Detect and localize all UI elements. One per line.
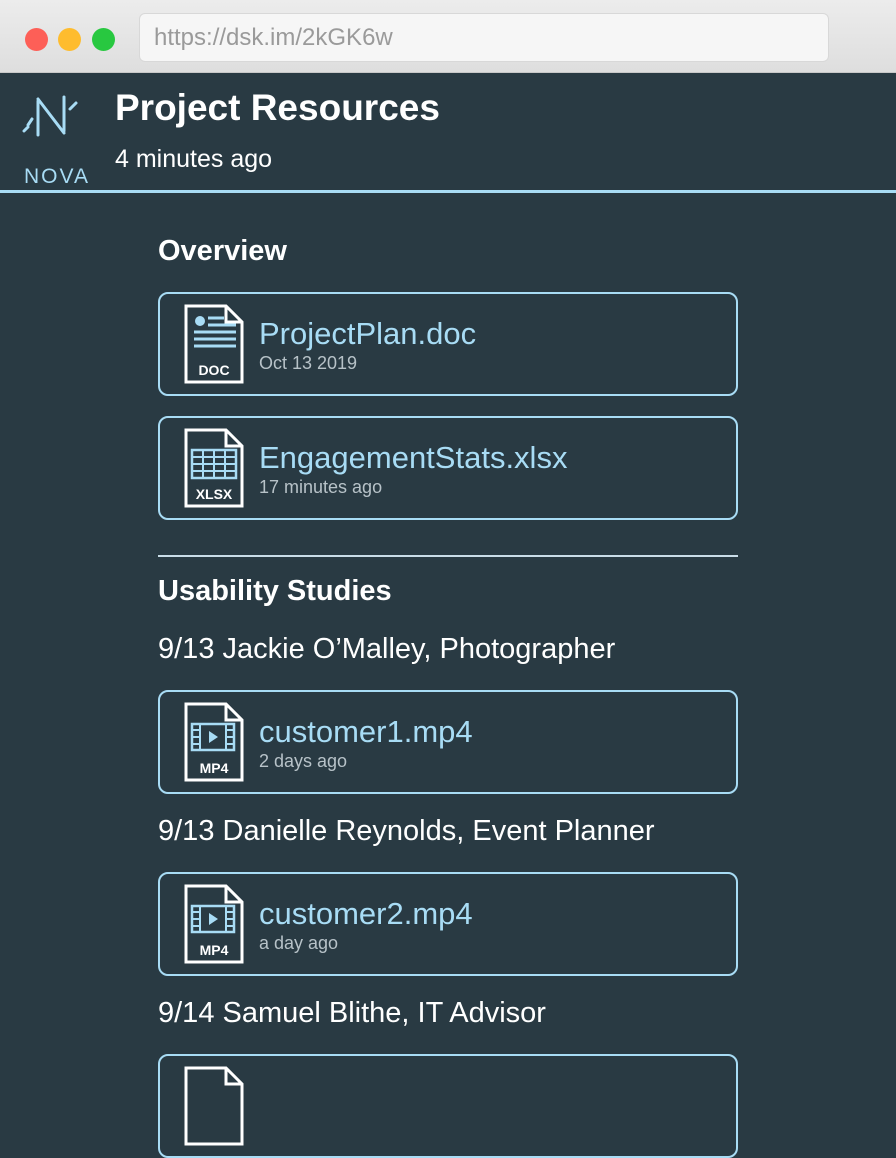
app-header: NOVA Project Resources 4 minutes ago — [0, 73, 896, 193]
maximize-window-button[interactable] — [92, 28, 115, 51]
file-card[interactable]: MP4 customer2.mp4 a day ago — [158, 872, 738, 976]
file-name[interactable]: EngagementStats.xlsx — [259, 440, 567, 476]
file-icon — [184, 1066, 244, 1146]
study-label: 9/13 Danielle Reynolds, Event Planner — [158, 815, 655, 847]
file-card[interactable]: DOC ProjectPlan.doc Oct 13 2019 — [158, 292, 738, 396]
file-timestamp: a day ago — [259, 933, 339, 953]
browser-toolbar: https://dsk.im/2kGK6w — [0, 0, 896, 73]
nova-logo: NOVA — [18, 91, 96, 188]
file-name[interactable]: customer2.mp4 — [259, 896, 473, 932]
file-type-label: DOC — [198, 362, 229, 378]
file-timestamp: 2 days ago — [259, 751, 348, 771]
page-subtitle: 4 minutes ago — [115, 145, 273, 173]
study-label: 9/13 Jackie O’Malley, Photographer — [158, 633, 616, 665]
section-divider — [158, 555, 738, 557]
mp4-file-icon: MP4 — [184, 884, 244, 964]
file-card[interactable] — [158, 1054, 738, 1158]
close-window-button[interactable] — [25, 28, 48, 51]
minimize-window-button[interactable] — [58, 28, 81, 51]
file-name[interactable]: ProjectPlan.doc — [259, 316, 476, 352]
file-timestamp: 17 minutes ago — [259, 477, 383, 497]
page-title: Project Resources — [115, 87, 440, 128]
xlsx-file-icon: XLSX — [184, 428, 244, 508]
mp4-file-icon: MP4 — [184, 702, 244, 782]
study-label: 9/14 Samuel Blithe, IT Advisor — [158, 997, 546, 1029]
logo-text: NOVA — [24, 165, 90, 188]
file-name[interactable]: customer1.mp4 — [259, 714, 473, 750]
address-bar[interactable]: https://dsk.im/2kGK6w — [139, 13, 829, 62]
file-type-label: MP4 — [200, 942, 229, 958]
nova-logo-icon — [22, 95, 78, 137]
doc-file-icon: DOC — [184, 304, 244, 384]
file-type-label: MP4 — [200, 760, 229, 776]
file-timestamp: Oct 13 2019 — [259, 353, 358, 373]
file-card[interactable]: XLSX EngagementStats.xlsx 17 minutes ago — [158, 416, 738, 520]
section-title-overview: Overview — [158, 235, 287, 267]
section-title-usability: Usability Studies — [158, 575, 392, 607]
file-type-label: XLSX — [196, 486, 233, 502]
file-card[interactable]: MP4 customer1.mp4 2 days ago — [158, 690, 738, 794]
